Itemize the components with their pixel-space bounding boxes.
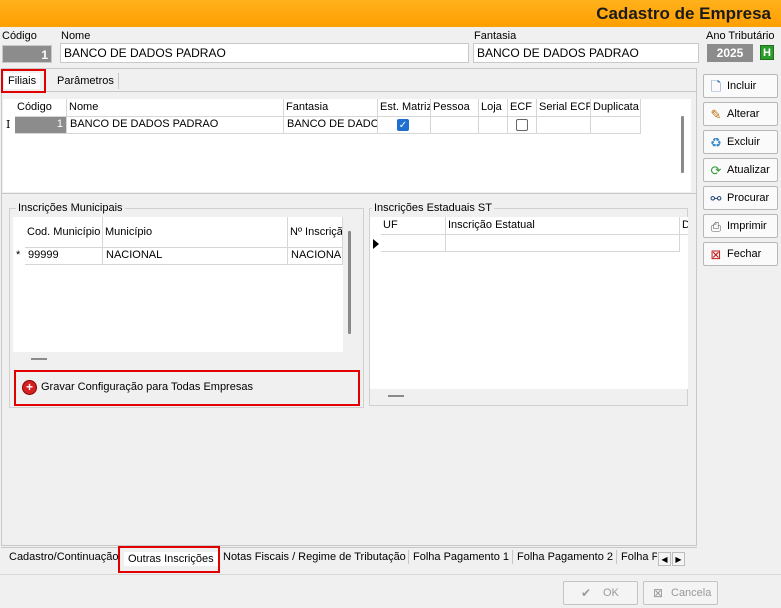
ecf-checkbox[interactable] [516,119,528,131]
cell-serial-ecf[interactable] [537,117,591,134]
col-municipio[interactable]: Município [103,217,288,248]
fechar-button[interactable]: ⊠ Fechar [703,242,778,266]
imprimir-label: Imprimir [727,220,767,232]
filiais-vertical-scrollbar[interactable] [681,116,684,173]
est-matriz-checkbox[interactable]: ✓ [397,119,409,131]
ok-button[interactable]: ✔ OK [563,581,638,605]
cell-cod-municipio[interactable]: 99999 [25,248,103,265]
ok-label: OK [603,587,619,599]
current-row-arrow-icon [373,239,379,249]
inscricoes-estaduais-grid: UF Inscrição Estatual D [370,217,688,389]
cell-nome[interactable]: BANCO DE DADOS PADRAO [67,117,284,134]
col-loja[interactable]: Loja [479,99,508,117]
tab-folha-pagamento-1[interactable]: Folha Pagamento 1 [408,550,513,564]
inscricoes-estaduais-title: Inscrições Estaduais ST [372,202,494,214]
cell-n-inscricao[interactable]: NACIONAL [288,248,343,265]
col-ecf[interactable]: ECF [508,99,537,117]
estaduais-horizontal-scrollbar[interactable] [388,395,404,397]
cell-codigo[interactable]: 1 [15,117,67,134]
procurar-button[interactable]: ⚯ Procurar [703,186,778,210]
highlight-box-filiais [1,69,46,93]
col-d[interactable]: D [680,217,688,235]
inscricoes-municipais-grid: Cod. Município Município Nº Inscrição * … [13,217,343,352]
alterar-label: Alterar [727,108,760,120]
tab-folha-p-truncated[interactable]: Folha P [616,550,657,564]
inscricoes-municipais-title: Inscrições Municipais [16,202,125,214]
tab-scroll-left-icon[interactable]: ◀ [658,552,671,566]
cell-pessoa[interactable] [431,117,479,134]
ano-h-button[interactable]: H [760,45,774,60]
ano-tributario-label: Ano Tributário [706,30,775,42]
cell-ecf[interactable] [508,117,537,134]
col-fantasia[interactable]: Fantasia [284,99,378,117]
col-inscricao-estatual[interactable]: Inscrição Estatual [446,217,680,235]
col-codigo[interactable]: Código [15,99,67,117]
cancela-button[interactable]: ⊠ Cancela [643,581,718,605]
cancel-icon: ⊠ [653,586,664,600]
municipais-vertical-scrollbar[interactable] [348,231,351,334]
row-indicator: * [16,249,21,261]
imprimir-button[interactable]: ⎙ Imprimir [703,214,778,238]
refresh-icon: ⟳ [710,163,722,178]
cell-inscricao-estatual[interactable] [446,235,680,252]
tab-cadastro-continuacao[interactable]: Cadastro/Continuação [5,550,122,564]
nome-label: Nome [61,30,91,42]
col-est-matriz[interactable]: Est. Matriz [378,99,431,117]
close-window-icon: ⊠ [710,247,722,262]
cell-est-matriz[interactable]: ✓ [378,117,431,134]
cell-uf[interactable] [381,235,446,252]
cell-municipio[interactable]: NACIONAL [103,248,288,265]
title-bar: Cadastro de Empresa [0,0,781,27]
incluir-button[interactable]: 🗋 Incluir [703,74,778,98]
procurar-label: Procurar [727,192,770,204]
incluir-label: Incluir [727,80,757,92]
fechar-label: Fechar [727,248,762,260]
cell-loja[interactable] [479,117,508,134]
cancela-label: Cancela [671,587,712,599]
excluir-label: Excluir [727,136,761,148]
codigo-label: Código [2,30,37,42]
nome-field[interactable]: BANCO DE DADOS PADRAO [60,43,469,63]
new-document-icon: 🗋 [710,79,722,94]
filiais-grid: Código Nome Fantasia Est. Matriz Pessoa … [3,99,691,192]
cell-duplicata[interactable] [591,117,641,134]
binoculars-icon: ⚯ [710,191,722,206]
atualizar-button[interactable]: ⟳ Atualizar [703,158,778,182]
codigo-field[interactable]: 1 [2,45,52,63]
check-icon: ✔ [581,586,592,600]
col-pessoa[interactable]: Pessoa [431,99,479,117]
printer-icon: ⎙ [710,219,722,234]
col-nome[interactable]: Nome [67,99,284,117]
fantasia-field[interactable]: BANCO DE DADOS PADRAO [473,43,699,63]
gravar-configuracao-button[interactable]: + Gravar Configuração para Todas Empresa… [14,370,360,406]
atualizar-label: Atualizar [727,164,770,176]
window-title: Cadastro de Empresa [596,4,771,23]
tab-parametros[interactable]: Parâmetros [53,73,119,89]
col-cod-municipio[interactable]: Cod. Município [25,217,103,248]
fantasia-label: Fantasia [474,30,517,42]
row-indicator: I [6,118,11,131]
divider [2,193,696,194]
delete-icon: ♻ [710,135,722,150]
excluir-button[interactable]: ♻ Excluir [703,130,778,154]
ano-tributario-field[interactable]: 2025 [707,44,753,62]
col-uf[interactable]: UF [381,217,446,235]
col-serial-ecf[interactable]: Serial ECF [537,99,591,117]
tab-folha-pagamento-2[interactable]: Folha Pagamento 2 [512,550,617,564]
municipais-horizontal-scrollbar[interactable] [31,358,47,360]
add-circle-icon: + [22,380,37,395]
bottom-tabs-divider [1,547,697,548]
gravar-label: Gravar Configuração para Todas Empresas [41,381,253,393]
tab-scroll-right-icon[interactable]: ▶ [672,552,685,566]
tab-notas-fiscais[interactable]: Notas Fiscais / Regime de Tributação [219,550,410,564]
highlight-box-outras-inscricoes [118,546,220,573]
col-n-inscricao[interactable]: Nº Inscrição [288,217,343,248]
alterar-button[interactable]: ✎ Alterar [703,102,778,126]
col-duplicata[interactable]: Duplicata [591,99,641,117]
footer-divider [0,574,781,575]
cell-fantasia[interactable]: BANCO DE DADOS PADRAO [284,117,378,134]
edit-icon: ✎ [710,107,722,122]
